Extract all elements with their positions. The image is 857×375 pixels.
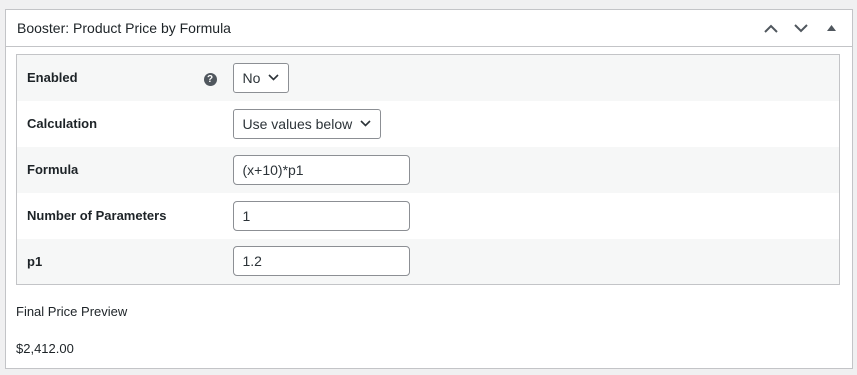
setting-row-formula: Formula <box>16 146 840 193</box>
enabled-select[interactable]: No <box>232 62 290 93</box>
calculation-label: Calculation <box>27 116 98 131</box>
question-circle-icon[interactable]: ? <box>203 73 217 86</box>
metabox-header: Booster: Product Price by Formula <box>6 10 852 47</box>
calculation-select[interactable]: Use values below <box>232 108 382 139</box>
handle-actions <box>756 10 852 46</box>
number-of-parameters-label: Number of Parameters <box>27 208 167 223</box>
chevron-up-icon <box>764 24 778 33</box>
chevron-down-icon <box>360 120 371 127</box>
p1-label: p1 <box>27 253 43 269</box>
metabox-title: Booster: Product Price by Formula <box>17 20 231 36</box>
setting-row-p1: p1 <box>16 238 840 285</box>
setting-row-calculation: Calculation Use values below <box>17 101 840 147</box>
move-down-button[interactable] <box>786 10 816 46</box>
move-up-button[interactable] <box>756 10 786 46</box>
settings-table: Enabled ? No Calculation Use values belo… <box>16 54 840 285</box>
toggle-panel-button[interactable] <box>816 10 846 46</box>
number-of-parameters-input[interactable] <box>232 200 410 231</box>
triangle-up-icon <box>826 25 836 31</box>
formula-input[interactable] <box>232 154 410 185</box>
formula-label: Formula <box>27 162 79 177</box>
product-price-by-formula-metabox: Booster: Product Price by Formula Enable… <box>5 9 853 369</box>
p1-input[interactable] <box>232 246 410 277</box>
setting-row-number-of-parameters: Number of Parameters <box>17 193 840 239</box>
metabox-content: Enabled ? No Calculation Use values belo… <box>6 54 852 356</box>
chevron-down-icon <box>268 74 279 81</box>
calculation-select-value: Use values below <box>242 115 353 132</box>
chevron-down-icon <box>794 23 808 32</box>
final-price-preview-value: $2,412.00 <box>16 341 74 356</box>
final-price-preview-label: Final Price Preview <box>16 304 128 319</box>
enabled-select-value: No <box>242 69 261 86</box>
setting-row-enabled: Enabled ? No <box>16 54 840 101</box>
enabled-label: Enabled <box>27 70 78 86</box>
